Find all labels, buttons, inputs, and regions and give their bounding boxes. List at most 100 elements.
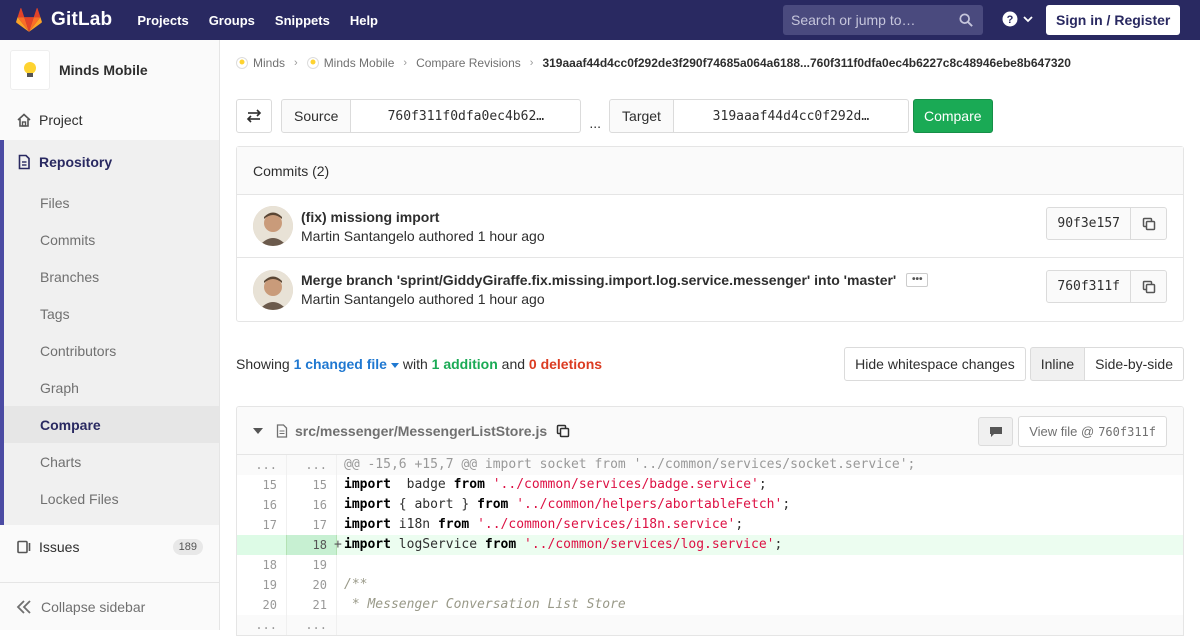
sidebar-item-tags[interactable]: Tags — [4, 295, 219, 332]
search-input[interactable] — [791, 12, 951, 28]
line-content: import i18n from '../common/services/i18… — [337, 515, 743, 535]
new-line-number[interactable]: 21 — [287, 595, 337, 615]
source-revision-group: Source 760f311f0dfa0ec4b62… — [281, 99, 582, 133]
diff-line-hunk: ...... @@ -15,6 +15,7 @@ import socket fr… — [237, 455, 1183, 475]
diff-line: 17 17 import i18n from '../common/services… — [237, 515, 1183, 535]
question-circle-icon: ? — [1002, 11, 1018, 27]
collapse-sidebar-button[interactable]: Collapse sidebar — [0, 582, 219, 630]
breadcrumb-project[interactable]: Minds Mobile — [306, 56, 394, 70]
file-path[interactable]: src/messenger/MessengerListStore.js — [295, 423, 547, 439]
nav-projects[interactable]: Projects — [137, 13, 188, 28]
sidebar-item-branches[interactable]: Branches — [4, 258, 219, 295]
sign-in-button[interactable]: Sign in / Register — [1046, 5, 1181, 35]
hide-whitespace-button[interactable]: Hide whitespace changes — [844, 347, 1026, 381]
compare-button[interactable]: Compare — [912, 99, 993, 133]
help-dropdown[interactable]: ? — [1002, 11, 1034, 27]
new-line-number[interactable]: ... — [287, 615, 337, 635]
commit-title[interactable]: Merge branch 'sprint/GiddyGiraffe.fix.mi… — [301, 272, 896, 288]
sidebar-item-commits[interactable]: Commits — [4, 221, 219, 258]
commit-title[interactable]: (fix) missiong import — [301, 209, 545, 225]
breadcrumb-group[interactable]: Minds — [236, 56, 285, 70]
sidebar-item-graph[interactable]: Graph — [4, 369, 219, 406]
author-avatar[interactable] — [253, 269, 293, 310]
line-content: import badge from '../common/services/ba… — [337, 475, 767, 495]
sidebar-item-compare[interactable]: Compare — [4, 406, 219, 443]
sidebar-item-contributors[interactable]: Contributors — [4, 332, 219, 369]
old-line-number[interactable]: 15 — [237, 475, 287, 495]
double-chevron-left-icon — [16, 599, 31, 614]
project-avatar — [10, 50, 50, 90]
side-by-side-view-button[interactable]: Side-by-side — [1085, 347, 1184, 381]
sidebar-project-header[interactable]: Minds Mobile — [0, 40, 219, 100]
code-text: ; — [774, 537, 783, 552]
sidebar-item-project[interactable]: Project — [0, 100, 219, 140]
old-line-number[interactable]: 18 — [237, 555, 287, 575]
source-revision-dropdown[interactable]: 760f311f0dfa0ec4b62… — [351, 99, 582, 133]
changed-files-dropdown[interactable]: 1 changed file — [294, 356, 399, 372]
copy-file-path-icon[interactable] — [556, 424, 570, 438]
toggle-comments-button[interactable] — [978, 417, 1013, 446]
line-content: import { abort } from '../common/helpers… — [337, 495, 790, 515]
plus-marker: + — [334, 537, 342, 552]
diff-line: 16 16 import { abort } from '../common/hel… — [237, 495, 1183, 515]
old-line-number[interactable]: 20 — [237, 595, 287, 615]
breadcrumb-section[interactable]: Compare Revisions — [416, 56, 521, 70]
new-line-number[interactable]: 20 — [287, 575, 337, 595]
sidebar-item-charts[interactable]: Charts — [4, 443, 219, 480]
old-line-number[interactable]: ... — [237, 615, 287, 635]
sidebar-item-locked-files[interactable]: Locked Files — [4, 480, 219, 517]
code-keyword: from — [437, 517, 470, 532]
svg-text:?: ? — [1007, 14, 1014, 26]
sidebar-item-repository[interactable]: Repository — [4, 140, 219, 184]
breadcrumb-group-label: Minds — [253, 56, 286, 70]
sidebar-section-repository: Repository Files Commits Branches Tags C… — [0, 140, 219, 525]
toggle-description-button[interactable]: ••• — [906, 273, 929, 287]
nav-help[interactable]: Help — [350, 13, 378, 28]
sidebar-item-label: Project — [39, 112, 83, 128]
diff-line: 15 15 import badge from '../common/service… — [237, 475, 1183, 495]
old-line-number[interactable]: 16 — [237, 495, 287, 515]
new-line-number[interactable]: 18 — [287, 535, 337, 555]
old-line-number[interactable]: 19 — [237, 575, 287, 595]
nav-snippets[interactable]: Snippets — [275, 13, 330, 28]
nav-groups[interactable]: Groups — [209, 13, 255, 28]
line-content: + import logService from '../common/servi… — [334, 535, 783, 555]
commit-author[interactable]: Martin Santangelo — [301, 291, 415, 307]
code-text: ; — [735, 517, 744, 532]
code-text: i18n — [390, 517, 438, 532]
new-line-number[interactable]: 17 — [287, 515, 337, 535]
swap-revisions-button[interactable] — [236, 99, 272, 133]
commit-author[interactable]: Martin Santangelo — [301, 228, 415, 244]
commit-sha-group: 90f3e157 — [1046, 207, 1167, 240]
old-line-number[interactable] — [237, 535, 287, 555]
brand-name: GitLab — [51, 9, 113, 30]
sidebar-item-files[interactable]: Files — [4, 184, 219, 221]
sidebar-item-issues[interactable]: Issues 189 — [0, 527, 219, 567]
code-text: badge — [390, 477, 454, 492]
collapse-file-chevron-icon[interactable] — [253, 427, 263, 434]
inline-view-button[interactable]: Inline — [1029, 347, 1086, 381]
project-sidebar: Minds Mobile Project Repository Files Co… — [0, 40, 220, 630]
breadcrumb-current[interactable]: 319aaaf44d4cc0f292de3f290f74685a064a6188… — [542, 56, 1070, 70]
diff-line-hunk: ...... — [237, 615, 1183, 635]
code-text: logService — [390, 537, 485, 552]
diff-view-controls: Hide whitespace changes Inline Side-by-s… — [844, 347, 1184, 381]
commit-sha[interactable]: 760f311f — [1046, 270, 1131, 303]
repository-subnav: Files Commits Branches Tags Contributors… — [4, 184, 219, 525]
view-file-button[interactable]: View file @ 760f311f — [1018, 416, 1167, 447]
new-line-number[interactable]: ... — [287, 455, 337, 475]
search-box[interactable] — [783, 5, 983, 35]
new-line-number[interactable]: 19 — [287, 555, 337, 575]
copy-sha-button[interactable] — [1131, 207, 1167, 240]
old-line-number[interactable]: 17 — [237, 515, 287, 535]
old-line-number[interactable]: ... — [237, 455, 287, 475]
commit-sha[interactable]: 90f3e157 — [1046, 207, 1131, 240]
copy-sha-button[interactable] — [1131, 270, 1167, 303]
gitlab-home-link[interactable]: GitLab — [0, 0, 112, 40]
new-line-number[interactable]: 16 — [287, 495, 337, 515]
commits-header: Commits (2) — [237, 147, 1183, 195]
line-content: @@ -15,6 +15,7 @@ import socket from '..… — [337, 455, 915, 475]
target-revision-dropdown[interactable]: 319aaaf44d4cc0f292d… — [673, 99, 909, 133]
new-line-number[interactable]: 15 — [287, 475, 337, 495]
author-avatar[interactable] — [253, 206, 293, 246]
